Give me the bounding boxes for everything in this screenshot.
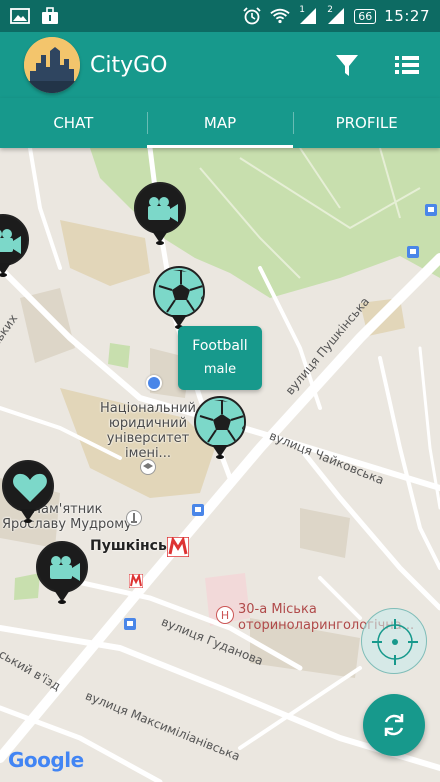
tab-bar: CHAT MAP PROFILE	[0, 98, 440, 148]
monument-poi-icon	[126, 510, 142, 526]
event-marker-video[interactable]	[133, 182, 187, 246]
event-marker-video[interactable]	[0, 214, 30, 278]
soccer-ball-icon	[198, 400, 244, 446]
filter-icon[interactable]	[334, 52, 360, 78]
tab-map[interactable]: MAP	[146, 98, 294, 148]
hospital-icon: H	[216, 606, 234, 624]
video-camera-icon	[0, 229, 21, 254]
transit-icon	[192, 504, 204, 516]
transit-icon	[124, 618, 136, 630]
bag-icon	[42, 7, 58, 24]
locate-me-button[interactable]	[361, 608, 427, 674]
signal-sim2-icon: 2	[326, 5, 346, 25]
app-bar: CityGO	[0, 32, 440, 98]
sim2-label: 2	[327, 5, 333, 15]
university-line-3: університет	[106, 431, 190, 446]
heart-icon	[13, 473, 47, 502]
soccer-ball-icon	[157, 270, 203, 316]
university-line-1: Національний	[100, 401, 196, 416]
app-title: CityGO	[90, 52, 168, 78]
tab-chat-label: CHAT	[53, 114, 94, 132]
status-bar: 1 2 66 15:27	[0, 0, 440, 32]
marker-info-popup[interactable]: Football male	[178, 326, 262, 390]
popup-subtitle: male	[203, 362, 237, 377]
video-camera-icon	[148, 197, 178, 222]
app-logo	[24, 37, 80, 93]
popup-title: Football	[192, 338, 248, 354]
svg-text:H: H	[221, 609, 229, 622]
university-line-2: юридичний	[108, 416, 188, 431]
city-skyline-icon	[24, 37, 80, 93]
metro-small-icon	[129, 574, 143, 588]
crosshair-icon	[372, 619, 418, 665]
google-attribution: Google	[8, 748, 84, 772]
tab-map-label: MAP	[203, 114, 237, 132]
event-marker-football[interactable]	[152, 266, 206, 330]
tab-chat[interactable]: CHAT	[0, 98, 147, 148]
app-screen: 1 2 66 15:27 CityGO CHAT MAP PROFILE вул…	[0, 0, 440, 782]
map-view[interactable]: вулиця Пушкінська вулиця Чайковська вули…	[0, 148, 440, 782]
event-marker-football[interactable]	[193, 396, 247, 460]
map-base-layer	[0, 148, 440, 782]
sim1-label: 1	[299, 5, 305, 15]
refresh-icon	[384, 714, 404, 736]
clock: 15:27	[384, 7, 430, 25]
university-label: Національний юридичний університет імені…	[100, 401, 196, 461]
metro-icon	[167, 537, 189, 557]
event-marker-video[interactable]	[35, 541, 89, 605]
alarm-icon	[243, 7, 261, 25]
university-poi-icon	[140, 459, 156, 475]
signal-sim1-icon: 1	[298, 5, 318, 25]
tab-profile[interactable]: PROFILE	[293, 98, 440, 148]
google-attribution-text: Google	[8, 748, 84, 772]
tab-profile-label: PROFILE	[335, 114, 398, 132]
my-location-dot	[146, 375, 162, 391]
transit-icon	[425, 204, 437, 216]
battery-indicator: 66	[354, 8, 377, 24]
list-icon[interactable]	[394, 53, 420, 77]
transit-icon	[407, 246, 419, 258]
refresh-button[interactable]	[363, 694, 425, 756]
video-camera-icon	[50, 556, 80, 581]
gallery-icon	[10, 8, 30, 24]
wifi-icon	[270, 8, 290, 24]
event-marker-heart[interactable]	[1, 460, 55, 524]
